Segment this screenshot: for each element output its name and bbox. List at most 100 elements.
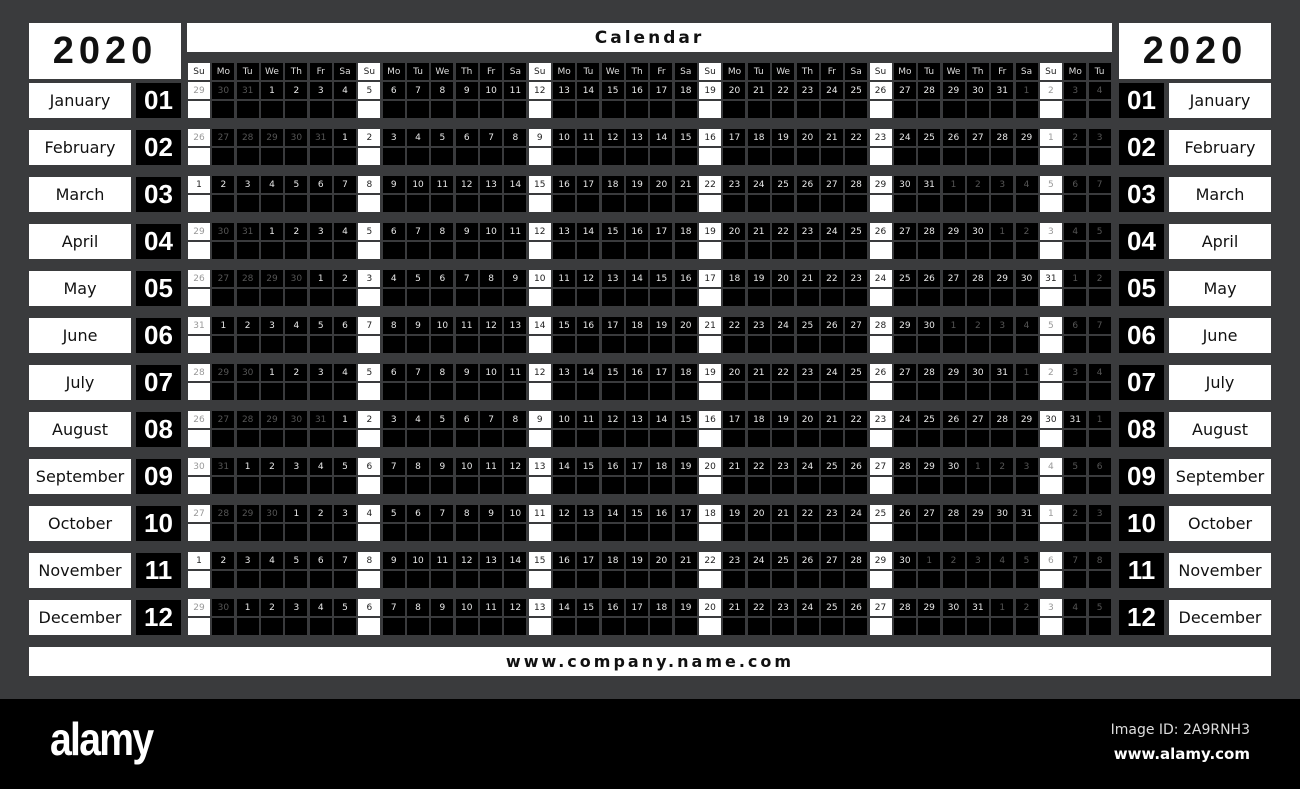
day-cell[interactable]: 11 — [504, 364, 527, 381]
day-cell[interactable]: 31 — [1015, 505, 1038, 522]
note-cell[interactable] — [747, 195, 770, 212]
day-cell[interactable]: 8 — [504, 129, 527, 146]
note-cell[interactable] — [1088, 618, 1111, 635]
note-cell[interactable] — [674, 336, 697, 353]
note-cell[interactable] — [236, 477, 259, 494]
day-cell[interactable]: 29 — [188, 82, 210, 99]
note-cell[interactable] — [674, 289, 697, 306]
day-cell[interactable]: 3 — [285, 599, 308, 616]
day-cell[interactable]: 13 — [577, 505, 600, 522]
note-cell[interactable] — [601, 242, 624, 259]
day-cell[interactable]: 30 — [893, 176, 916, 193]
note-cell[interactable] — [261, 383, 284, 400]
note-cell[interactable] — [601, 289, 624, 306]
day-cell[interactable]: 27 — [966, 411, 989, 428]
note-cell[interactable] — [1015, 101, 1038, 118]
note-cell[interactable] — [528, 383, 551, 400]
note-cell[interactable] — [918, 430, 941, 447]
day-cell[interactable]: 4 — [991, 552, 1014, 569]
day-cell[interactable]: 13 — [626, 411, 649, 428]
note-cell[interactable] — [407, 477, 430, 494]
day-cell[interactable]: 31 — [236, 82, 259, 99]
day-cell[interactable]: 4 — [261, 176, 284, 193]
note-cell[interactable] — [1064, 336, 1087, 353]
day-cell[interactable]: 16 — [699, 411, 722, 428]
note-cell[interactable] — [1088, 336, 1111, 353]
note-cell[interactable] — [869, 195, 892, 212]
note-cell[interactable] — [382, 242, 405, 259]
note-cell[interactable] — [334, 524, 357, 541]
note-cell[interactable] — [747, 148, 770, 165]
day-cell[interactable]: 12 — [528, 364, 551, 381]
day-cell[interactable]: 7 — [407, 364, 430, 381]
note-cell[interactable] — [407, 195, 430, 212]
note-cell[interactable] — [893, 195, 916, 212]
day-cell[interactable]: 30 — [966, 364, 989, 381]
day-cell[interactable]: 25 — [772, 552, 795, 569]
day-cell[interactable]: 15 — [577, 458, 600, 475]
day-cell[interactable]: 17 — [577, 552, 600, 569]
note-cell[interactable] — [747, 336, 770, 353]
note-cell[interactable] — [650, 618, 673, 635]
note-cell[interactable] — [480, 383, 503, 400]
day-cell[interactable]: 23 — [723, 176, 746, 193]
day-cell[interactable]: 20 — [796, 129, 819, 146]
day-cell[interactable]: 1 — [1039, 505, 1062, 522]
day-cell[interactable]: 14 — [553, 458, 576, 475]
note-cell[interactable] — [772, 524, 795, 541]
note-cell[interactable] — [1064, 242, 1087, 259]
day-cell[interactable]: 19 — [650, 317, 673, 334]
day-cell[interactable]: 1 — [261, 223, 284, 240]
note-cell[interactable] — [1039, 101, 1062, 118]
note-cell[interactable] — [528, 524, 551, 541]
day-cell[interactable]: 29 — [893, 317, 916, 334]
day-cell[interactable]: 29 — [918, 458, 941, 475]
note-cell[interactable] — [382, 383, 405, 400]
note-cell[interactable] — [942, 571, 965, 588]
day-cell[interactable]: 28 — [918, 223, 941, 240]
note-cell[interactable] — [358, 336, 381, 353]
day-cell[interactable]: 10 — [504, 505, 527, 522]
note-cell[interactable] — [699, 242, 722, 259]
day-cell[interactable]: 22 — [796, 505, 819, 522]
note-cell[interactable] — [820, 524, 843, 541]
day-cell[interactable]: 3 — [966, 552, 989, 569]
note-cell[interactable] — [966, 430, 989, 447]
day-cell[interactable]: 10 — [480, 223, 503, 240]
day-cell[interactable]: 10 — [553, 411, 576, 428]
day-cell[interactable]: 22 — [845, 129, 868, 146]
note-cell[interactable] — [747, 383, 770, 400]
day-cell[interactable]: 7 — [1064, 552, 1087, 569]
note-cell[interactable] — [942, 336, 965, 353]
day-cell[interactable]: 16 — [601, 458, 624, 475]
note-cell[interactable] — [382, 477, 405, 494]
day-cell[interactable]: 17 — [674, 505, 697, 522]
day-cell[interactable]: 2 — [261, 599, 284, 616]
day-cell[interactable]: 18 — [699, 505, 722, 522]
note-cell[interactable] — [601, 101, 624, 118]
day-cell[interactable]: 12 — [601, 411, 624, 428]
note-cell[interactable] — [991, 383, 1014, 400]
day-cell[interactable]: 11 — [455, 317, 478, 334]
day-cell[interactable]: 16 — [553, 176, 576, 193]
day-cell[interactable]: 15 — [601, 82, 624, 99]
day-cell[interactable]: 10 — [480, 364, 503, 381]
note-cell[interactable] — [455, 383, 478, 400]
note-cell[interactable] — [285, 524, 308, 541]
day-cell[interactable]: 15 — [528, 176, 551, 193]
day-cell[interactable]: 10 — [407, 176, 430, 193]
note-cell[interactable] — [1039, 383, 1062, 400]
day-cell[interactable]: 13 — [528, 458, 551, 475]
note-cell[interactable] — [918, 571, 941, 588]
day-cell[interactable]: 18 — [747, 411, 770, 428]
note-cell[interactable] — [1064, 477, 1087, 494]
note-cell[interactable] — [893, 289, 916, 306]
note-cell[interactable] — [1064, 101, 1087, 118]
note-cell[interactable] — [723, 101, 746, 118]
day-cell[interactable]: 29 — [991, 270, 1014, 287]
note-cell[interactable] — [1064, 289, 1087, 306]
note-cell[interactable] — [869, 477, 892, 494]
day-cell[interactable]: 29 — [261, 129, 284, 146]
day-cell[interactable]: 8 — [382, 317, 405, 334]
day-cell[interactable]: 29 — [261, 270, 284, 287]
